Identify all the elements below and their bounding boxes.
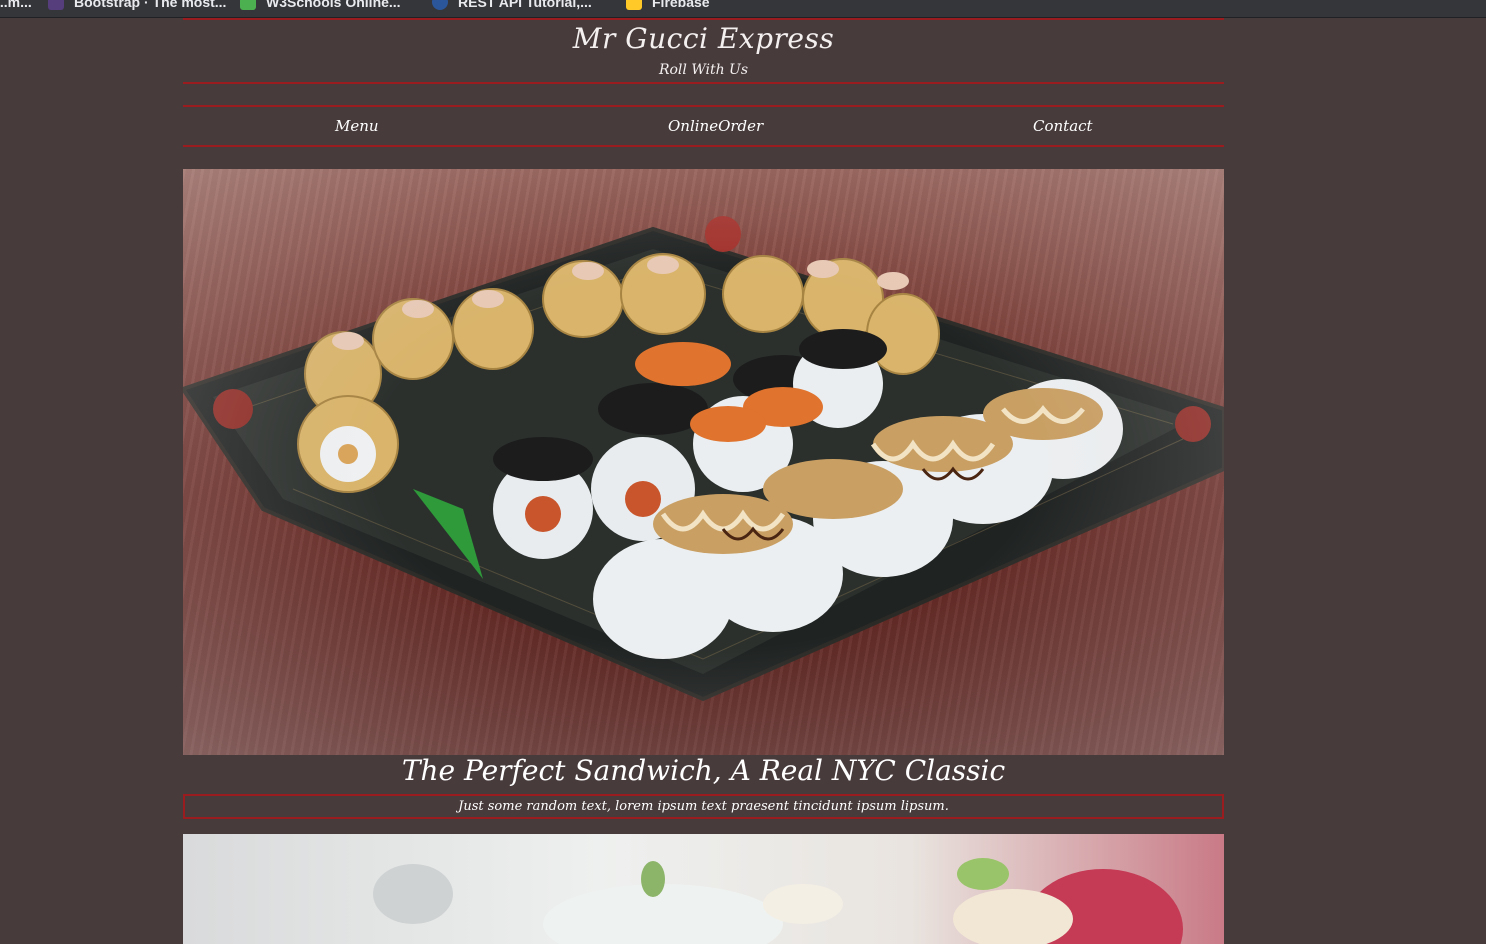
w3schools-icon	[240, 0, 256, 10]
bootstrap-icon	[48, 0, 64, 10]
hero-title: The Perfect Sandwich, A Real NYC Classic	[401, 754, 1006, 787]
api-icon	[432, 0, 448, 10]
bookmark-label: REST API Tutorial,...	[458, 0, 592, 10]
bookmark-label: ...m...	[0, 0, 32, 10]
site-header: Mr Gucci Express Roll With Us	[183, 18, 1224, 84]
hero-caption: Just some random text, lorem ipsum text …	[183, 794, 1224, 819]
hero-image	[183, 169, 1224, 755]
bookmark-label: Bootstrap · The most...	[74, 0, 227, 10]
bookmark-label: W3Schools Online...	[266, 0, 401, 10]
bookmark-bootstrap[interactable]: Bootstrap · The most...	[48, 0, 226, 11]
page-container: Mr Gucci Express Roll With Us Menu Onlin…	[183, 18, 1224, 944]
bookmark-label: Firebase	[652, 0, 710, 10]
site-title: Mr Gucci Express	[572, 22, 835, 55]
bookmark-apps[interactable]: ...m...	[0, 0, 32, 11]
sushi-closeup-illustration	[373, 858, 1183, 944]
bookmark-rest-api[interactable]: REST API Tutorial,...	[432, 0, 592, 11]
second-image	[183, 834, 1224, 944]
nav-contact-link[interactable]: Contact	[1033, 117, 1093, 135]
bookmark-w3schools[interactable]: W3Schools Online...	[240, 0, 401, 11]
site-tagline: Roll With Us	[658, 62, 749, 78]
bookmark-firebase[interactable]: Firebase	[626, 0, 710, 11]
main-nav: Menu OnlineOrder Contact	[183, 105, 1224, 147]
firebase-icon	[626, 0, 642, 10]
bookmarks-bar: ...m... Bootstrap · The most... W3School…	[0, 0, 1486, 18]
hero-vignette	[183, 169, 1224, 755]
nav-menu-link[interactable]: Menu	[335, 117, 379, 135]
nav-online-order-link[interactable]: OnlineOrder	[668, 117, 763, 135]
